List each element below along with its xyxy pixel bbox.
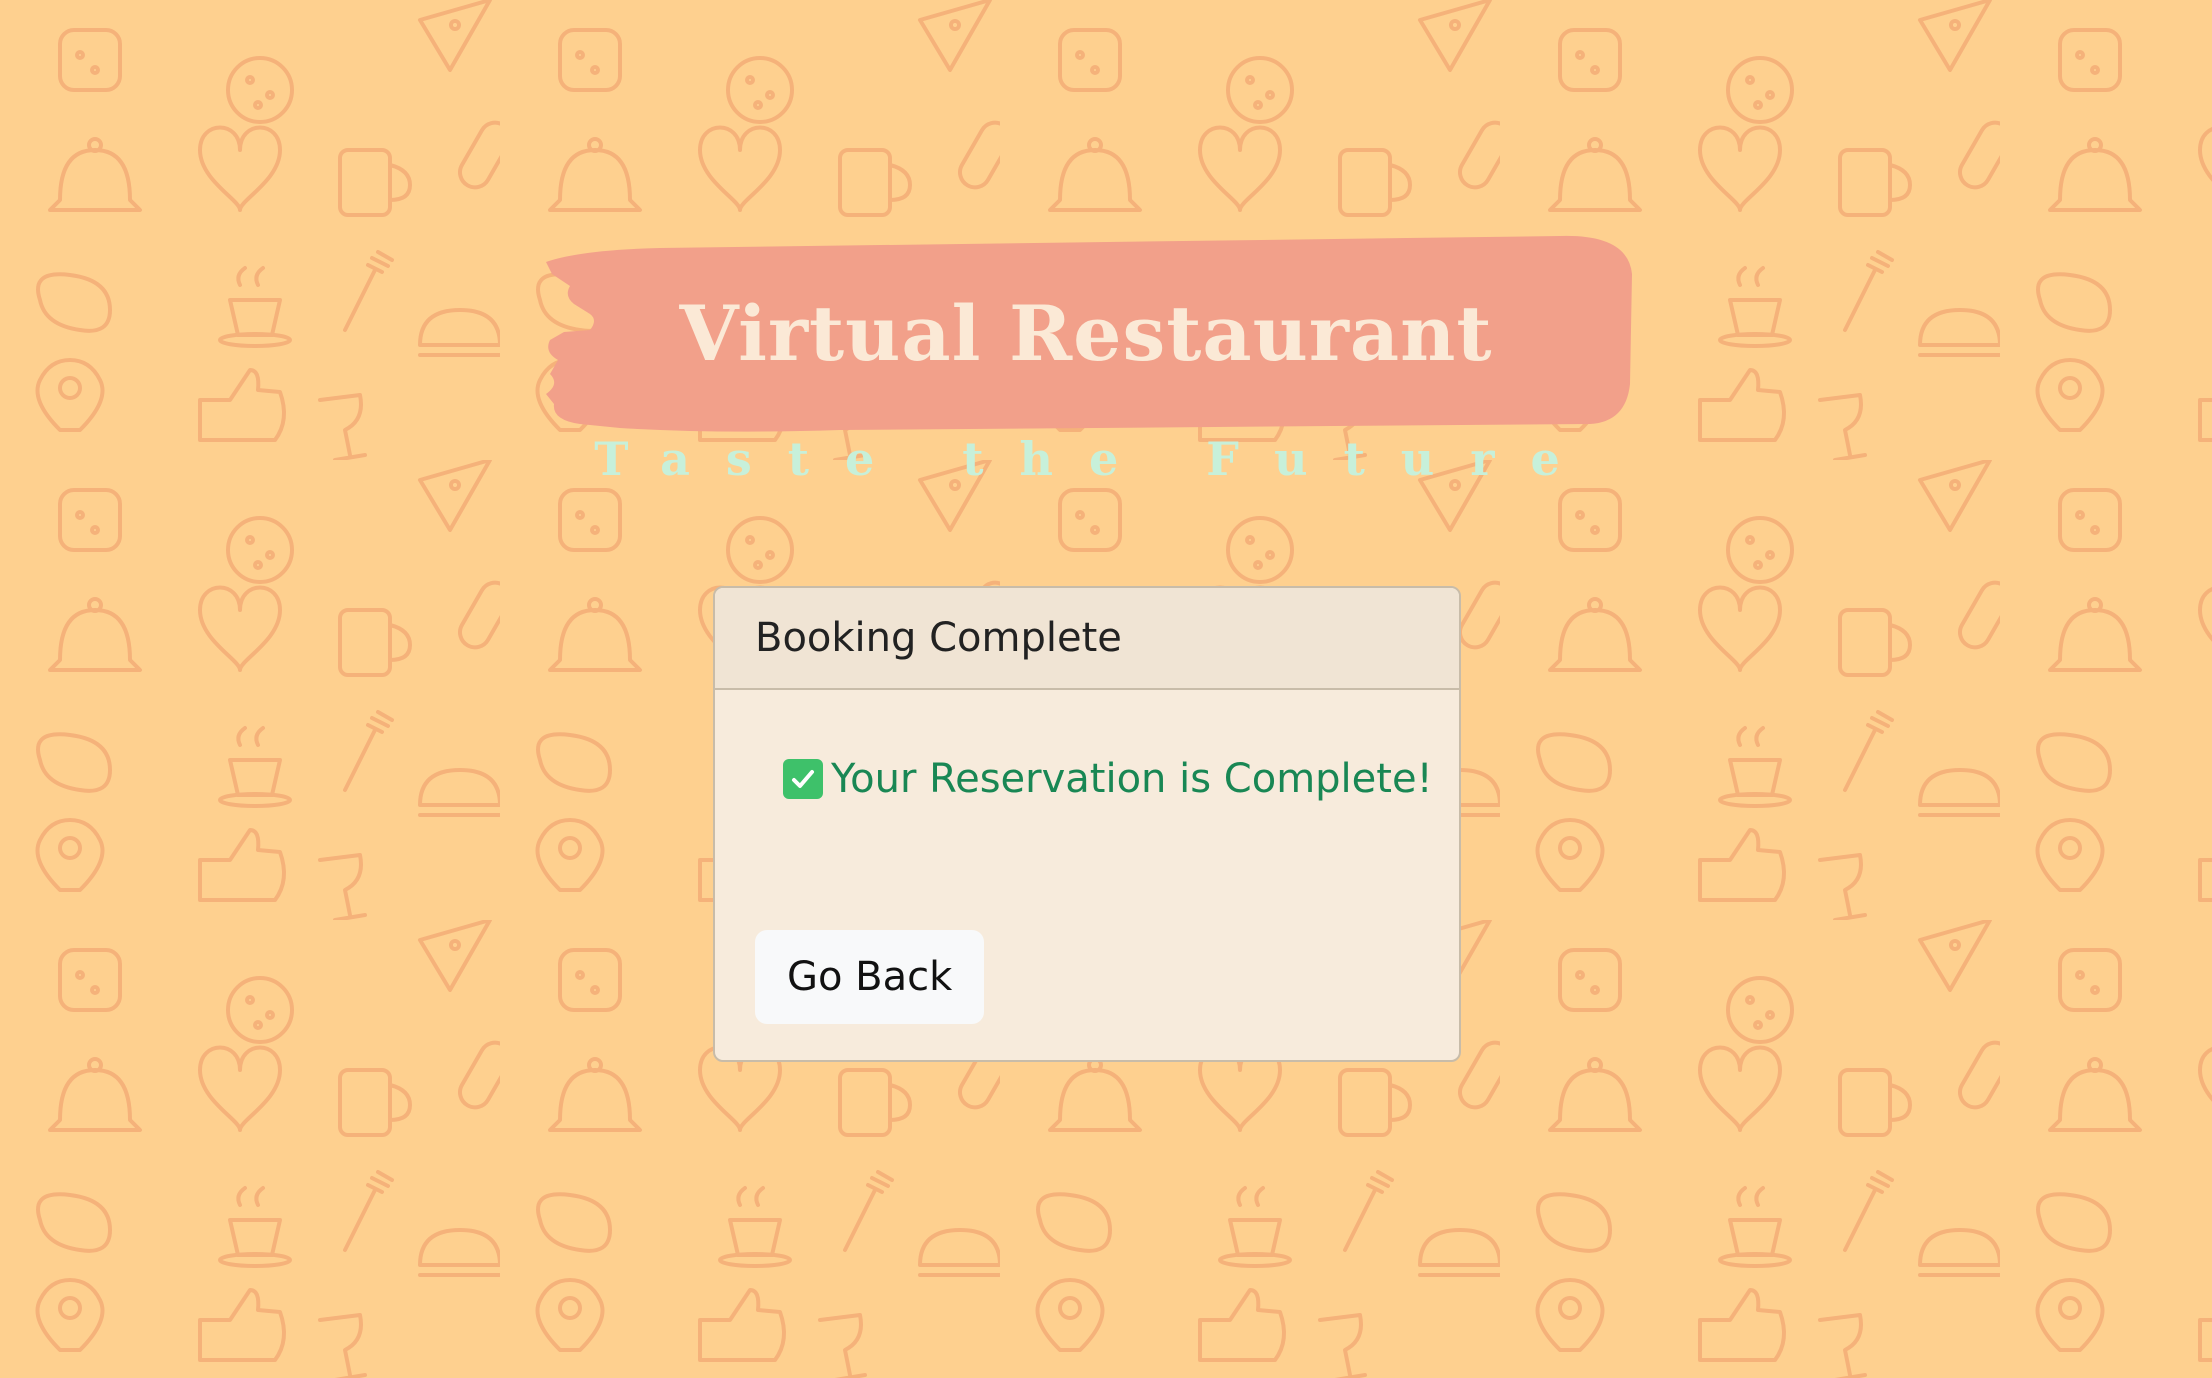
card-header: Booking Complete	[715, 588, 1459, 690]
go-back-button[interactable]: Go Back	[755, 930, 985, 1024]
tagline: Taste the Future	[594, 432, 1596, 486]
status-message: Your Reservation is Complete!	[783, 756, 1433, 802]
booking-card: Booking Complete Your Reservation is Com…	[713, 586, 1461, 1062]
site-title: Virtual Restaurant	[679, 289, 1493, 378]
check-mark-icon	[783, 759, 823, 799]
title-banner: Virtual Restaurant	[540, 234, 1632, 434]
card-title: Booking Complete	[755, 615, 1122, 661]
status-text: Your Reservation is Complete!	[831, 756, 1433, 802]
